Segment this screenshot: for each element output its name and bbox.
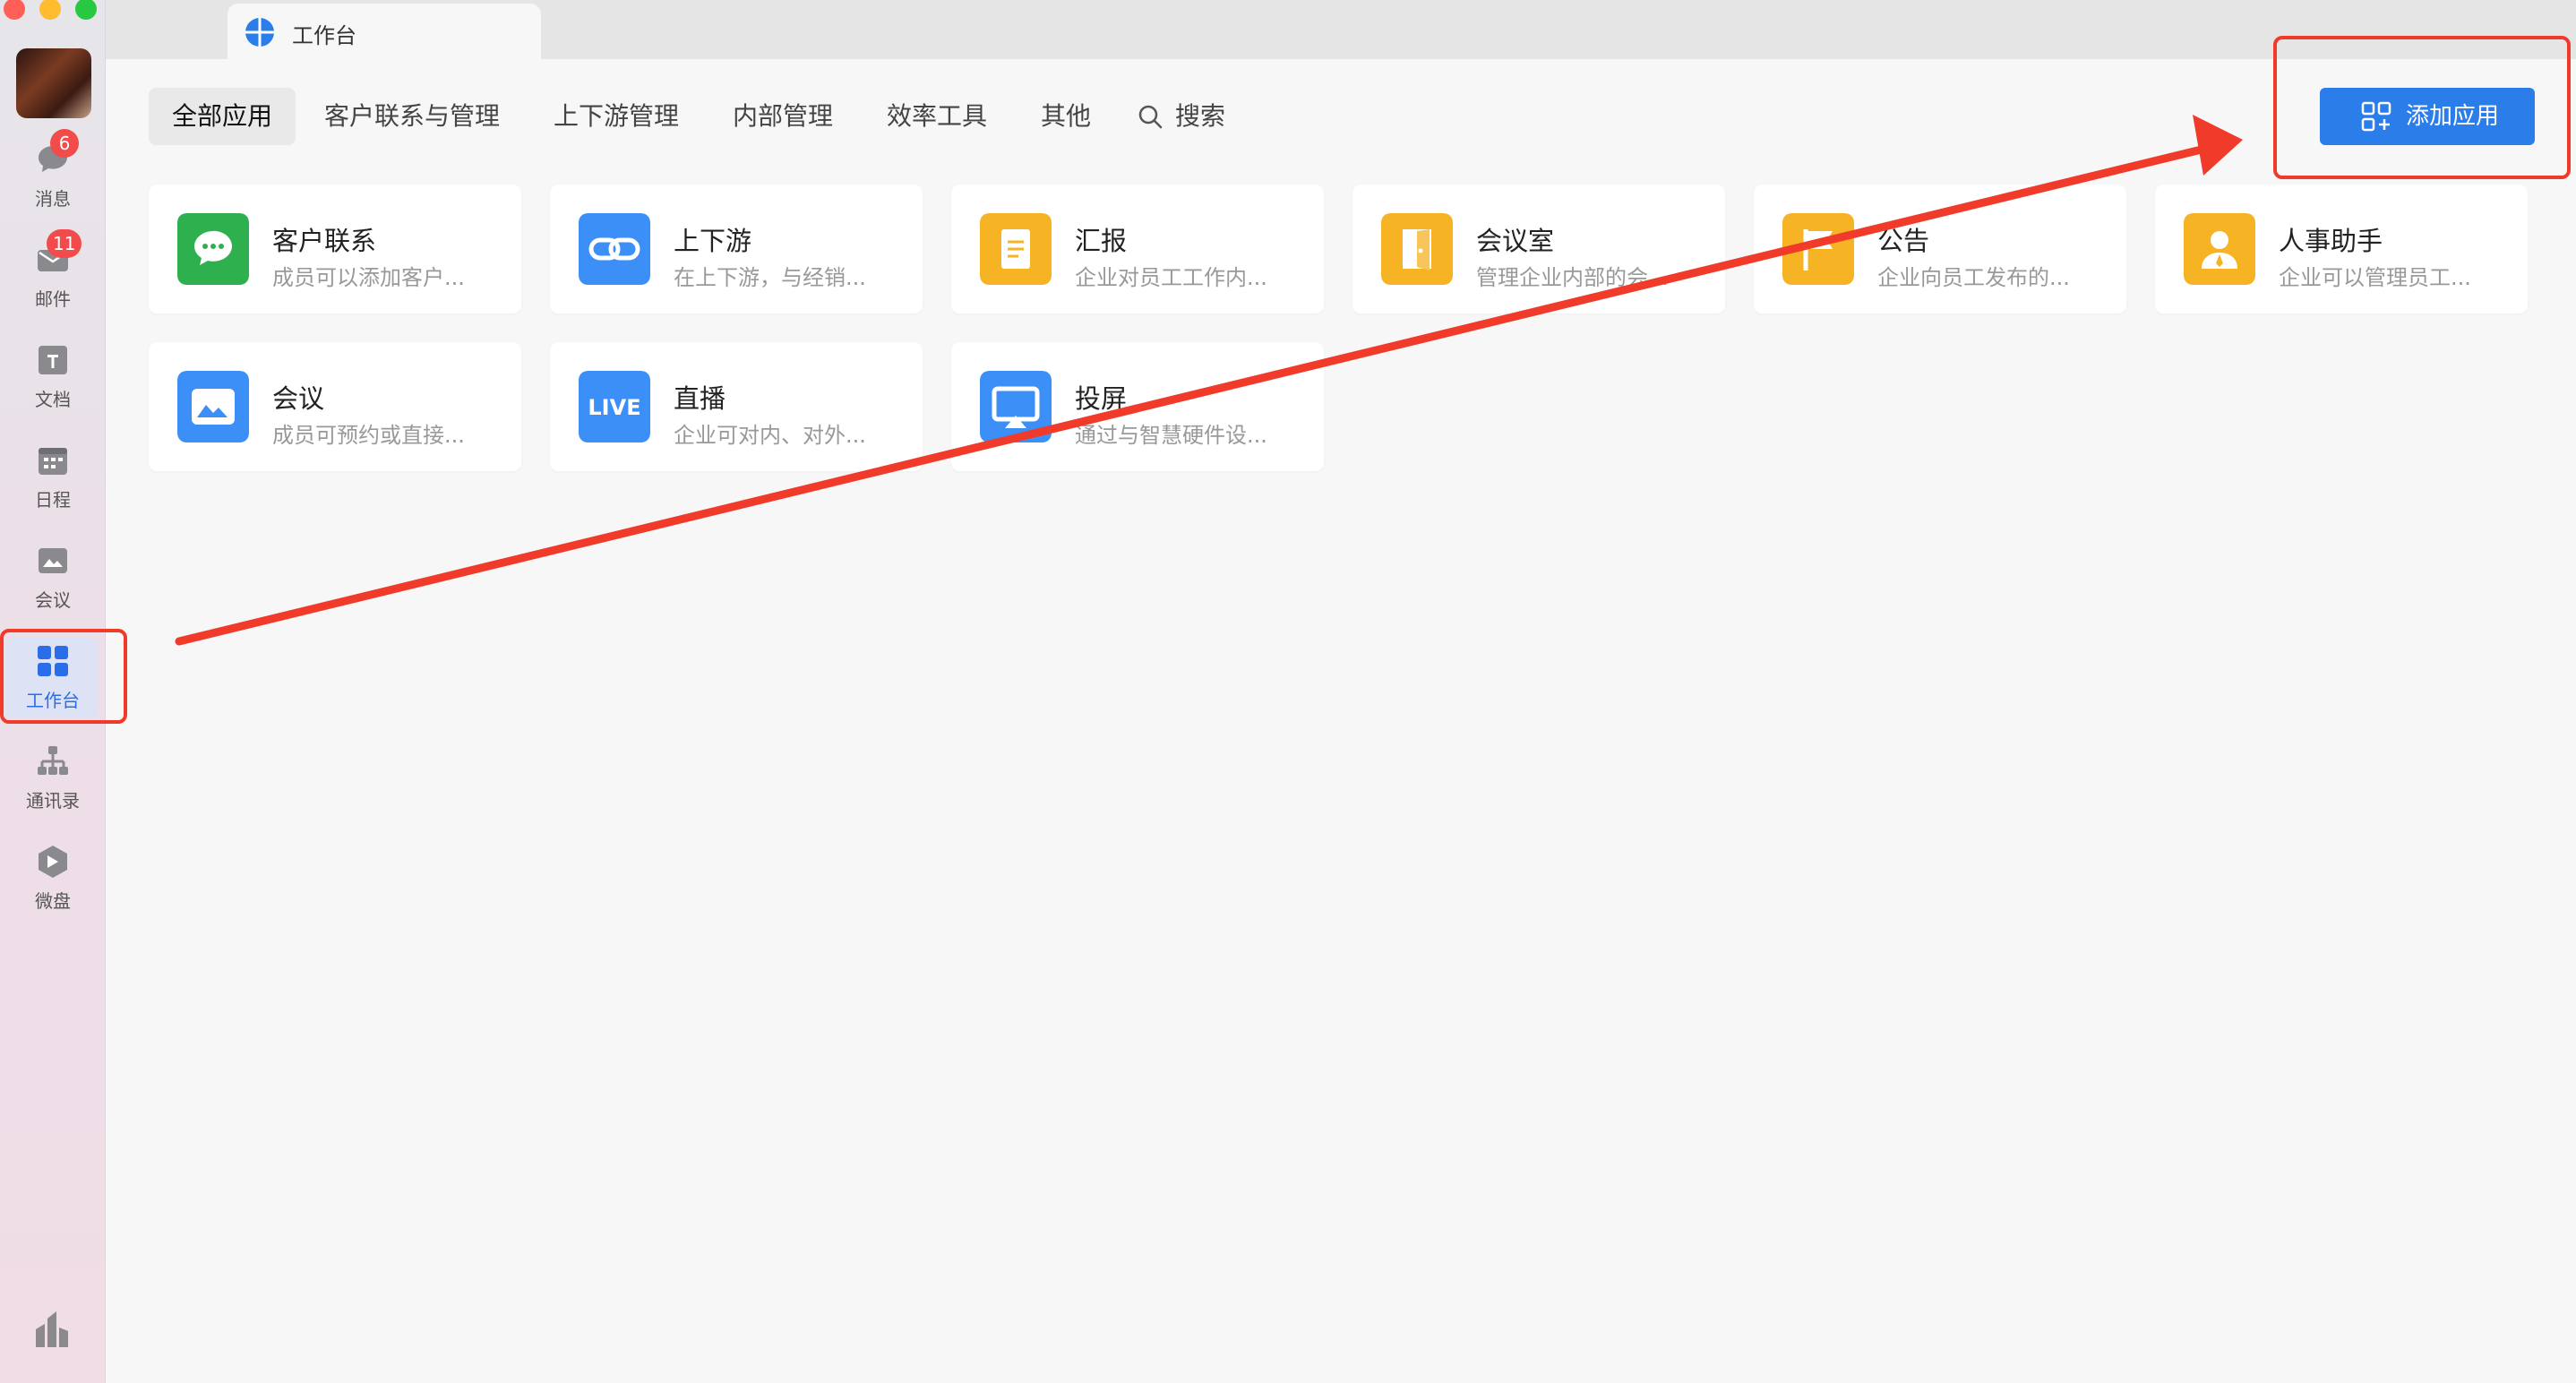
app-description: 成员可以添加客户... <box>272 265 465 290</box>
app-card-live[interactable]: LIVE 直播 企业可对内、对外... <box>550 342 923 471</box>
tab-all-apps[interactable]: 全部应用 <box>149 88 296 145</box>
zoom-window-button[interactable] <box>75 0 97 20</box>
sidebar-item-label: 邮件 <box>35 288 71 310</box>
sidebar-item-drive[interactable]: 微盘 <box>0 831 106 930</box>
sidebar-item-mail[interactable]: 11 邮件 <box>0 229 106 328</box>
add-app-icon <box>2361 101 2391 132</box>
search-label: 搜索 <box>1175 101 1226 131</box>
app-description: 在上下游，与经销... <box>674 265 866 290</box>
upstream-link-icon <box>579 213 650 285</box>
app-description: 成员可预约或直接... <box>272 423 465 448</box>
app-logo-icon[interactable] <box>34 1310 70 1349</box>
app-name: 会议室 <box>1476 226 1555 256</box>
sidebar-item-meeting[interactable]: 会议 <box>0 530 106 629</box>
unread-badge: 11 <box>47 229 82 258</box>
hr-assistant-icon <box>2184 213 2255 285</box>
sidebar-item-label: 微盘 <box>35 890 71 912</box>
report-icon <box>980 213 1052 285</box>
tab-customer-management[interactable]: 客户联系与管理 <box>324 88 500 145</box>
app-card-screen-cast[interactable]: 投屏 通过与智慧硬件设... <box>951 342 1324 471</box>
app-description: 企业对员工工作内... <box>1075 265 1267 290</box>
sidebar-item-calendar[interactable]: 日程 <box>0 430 106 528</box>
app-card-upstream[interactable]: 上下游 在上下游，与经销... <box>550 185 923 314</box>
document-icon <box>39 346 67 374</box>
sidebar-item-workbench[interactable]: 工作台 <box>0 631 106 729</box>
unread-badge: 6 <box>50 129 79 158</box>
app-name: 公告 <box>1877 226 1930 256</box>
sidebar-item-label: 文档 <box>35 389 71 410</box>
add-app-button[interactable]: 添加应用 <box>2320 88 2535 145</box>
tab-title: 工作台 <box>292 23 356 48</box>
tab-workbench[interactable]: 工作台 <box>228 4 541 59</box>
app-name: 人事助手 <box>2279 226 2383 256</box>
svg-text:LIVE: LIVE <box>588 395 640 420</box>
search-button[interactable]: 搜索 <box>1138 88 1254 145</box>
app-card-customer-contact[interactable]: 客户联系 成员可以添加客户... <box>149 185 521 314</box>
screen-cast-icon <box>980 371 1052 442</box>
sidebar-item-messages[interactable]: 6 消息 <box>0 129 106 228</box>
app-card-meeting-room[interactable]: 会议室 管理企业内部的会... <box>1352 185 1725 314</box>
drive-icon <box>39 846 67 878</box>
app-card-announcement[interactable]: 公告 企业向员工发布的... <box>1754 185 2126 314</box>
app-card-report[interactable]: 汇报 企业对员工工作内... <box>951 185 1324 314</box>
customer-contact-icon <box>177 213 249 285</box>
app-description: 管理企业内部的会... <box>1476 265 1669 290</box>
avatar[interactable] <box>16 48 91 118</box>
app-name: 会议 <box>272 383 325 414</box>
sidebar-item-label: 日程 <box>35 489 71 511</box>
calendar-icon <box>39 448 67 475</box>
tab-upstream-management[interactable]: 上下游管理 <box>554 88 679 145</box>
meeting-icon <box>39 548 67 573</box>
app-description: 通过与智慧硬件设... <box>1075 423 1267 448</box>
workbench-tab-icon <box>245 18 274 47</box>
tab-other[interactable]: 其他 <box>1041 88 1091 145</box>
tab-efficiency-tools[interactable]: 效率工具 <box>887 88 987 145</box>
search-icon <box>1138 105 1163 129</box>
app-description: 企业可对内、对外... <box>674 423 866 448</box>
sidebar-item-label: 工作台 <box>26 690 80 711</box>
app-card-meeting[interactable]: 会议 成员可预约或直接... <box>149 342 521 471</box>
live-icon: LIVE <box>579 371 650 442</box>
close-window-button[interactable] <box>4 0 25 20</box>
sidebar-item-label: 消息 <box>35 188 71 210</box>
app-description: 企业向员工发布的... <box>1877 265 2070 290</box>
window-tab-bar: 工作台 <box>106 0 2576 59</box>
sidebar-item-label: 会议 <box>35 589 71 611</box>
tab-internal-management[interactable]: 内部管理 <box>733 88 833 145</box>
app-name: 汇报 <box>1075 226 1128 256</box>
app-card-hr-assistant[interactable]: 人事助手 企业可以管理员工... <box>2155 185 2528 314</box>
sidebar-item-contacts[interactable]: 通讯录 <box>0 731 106 829</box>
sidebar-item-label: 通讯录 <box>26 790 80 812</box>
add-app-label: 添加应用 <box>2406 103 2500 130</box>
workbench-icon <box>38 646 68 676</box>
meeting-room-door-icon <box>1381 213 1453 285</box>
app-name: 客户联系 <box>272 226 377 256</box>
app-name: 直播 <box>674 383 726 414</box>
contacts-icon <box>38 746 68 775</box>
announcement-flag-icon <box>1782 213 1854 285</box>
app-name: 投屏 <box>1075 383 1128 414</box>
sidebar-item-docs[interactable]: 文档 <box>0 330 106 428</box>
minimize-window-button[interactable] <box>39 0 61 20</box>
app-description: 企业可以管理员工... <box>2279 265 2471 290</box>
meeting-icon <box>177 371 249 442</box>
sidebar: 6 消息 11 邮件 文档 日程 会议 工作台 通讯录 微盘 <box>0 0 106 1383</box>
app-name: 上下游 <box>674 226 752 256</box>
